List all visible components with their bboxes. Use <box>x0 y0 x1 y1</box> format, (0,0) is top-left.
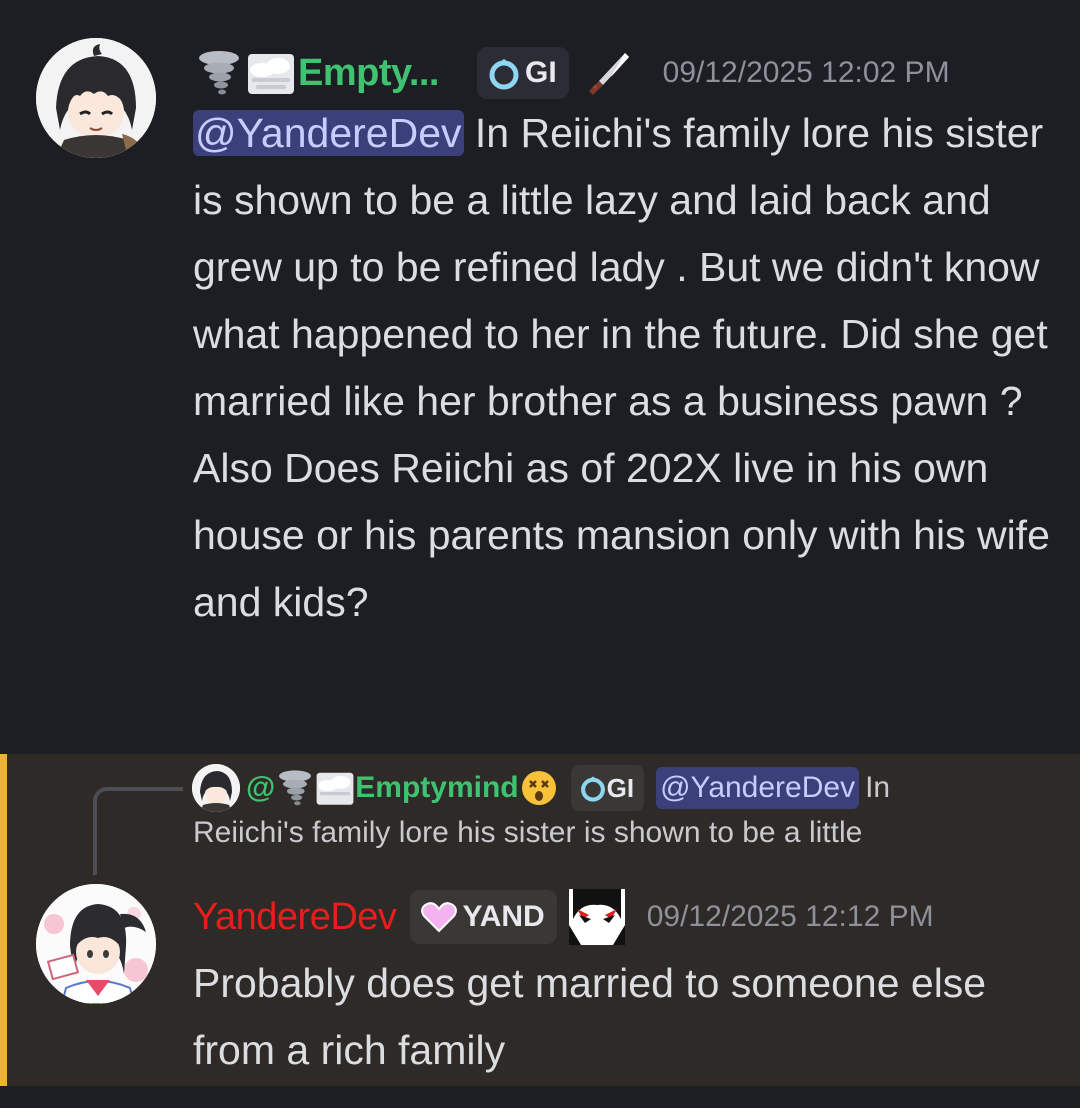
username[interactable]: Empty... <box>298 52 440 95</box>
avatar-image <box>36 884 156 1004</box>
knife-icon <box>588 53 629 95</box>
reply-connector <box>93 787 183 875</box>
message-text: In Reiichi's family lore his sister is s… <box>193 110 1048 424</box>
reply-avatar-image <box>192 764 240 812</box>
avatar-yanderedev[interactable] <box>36 884 156 1004</box>
highlight-bar <box>0 754 7 1086</box>
tornado-emoji-icon <box>199 51 239 95</box>
fog-emoji-icon <box>316 772 354 805</box>
ring-icon <box>489 59 519 90</box>
message-emptymind[interactable]: Empty... GI 09/12/2025 12:02 PM @Yandere… <box>0 0 1080 740</box>
reply-guild-tag[interactable]: GI <box>570 765 645 811</box>
reply-at: @ <box>246 771 276 804</box>
yandere-face-icon <box>568 889 625 945</box>
heart-icon <box>421 902 458 933</box>
message-text-line2: Also Does Reiichi as of 202X live in his… <box>193 445 1050 625</box>
mention-yanderedev[interactable]: @YandereDev <box>193 110 464 156</box>
fog-emoji-icon <box>248 54 294 94</box>
reply-preview-text: In <box>865 771 891 804</box>
guild-tag[interactable]: YAND <box>410 890 557 944</box>
message-content: @YandereDev In Reiichi's family lore his… <box>193 100 1063 636</box>
reply-preview-text-line2[interactable]: Reiichi's family lore his sister is show… <box>193 816 862 850</box>
reply-mention-yanderedev[interactable]: @YandereDev <box>656 767 860 809</box>
dizzy-face-emoji-icon <box>521 771 556 805</box>
reply-avatar[interactable] <box>192 764 240 812</box>
guild-tag-label: YAND <box>462 900 545 933</box>
reply-username[interactable]: Emptymind <box>355 771 518 805</box>
reply-guild-tag-label: GI <box>606 772 635 803</box>
guild-tag-label: GI <box>525 56 557 89</box>
reply-preview[interactable]: @ Emptymind GI @YandereDev In <box>192 760 890 816</box>
timestamp: 09/12/2025 12:02 PM <box>662 56 950 89</box>
message-header: Empty... GI 09/12/2025 12:02 PM <box>194 44 950 102</box>
message-content: Probably does get married to someone els… <box>193 960 987 1073</box>
chat-screen: Empty... GI 09/12/2025 12:02 PM @Yandere… <box>0 0 1080 1108</box>
tornado-emoji-icon <box>279 770 312 806</box>
bottom-divider <box>0 1086 1080 1108</box>
message-header: YandereDev YAND 09/12/2025 12:12 PM <box>193 888 934 946</box>
guild-tag[interactable]: GI <box>477 47 569 99</box>
message-yanderedev[interactable]: @ Emptymind GI @YandereDev In Reiichi's … <box>0 754 1080 1086</box>
username[interactable]: YandereDev <box>193 896 397 939</box>
ring-icon <box>580 776 605 802</box>
timestamp: 09/12/2025 12:12 PM <box>646 900 934 933</box>
avatar-image <box>36 38 156 158</box>
avatar-emptymind[interactable] <box>36 38 156 158</box>
